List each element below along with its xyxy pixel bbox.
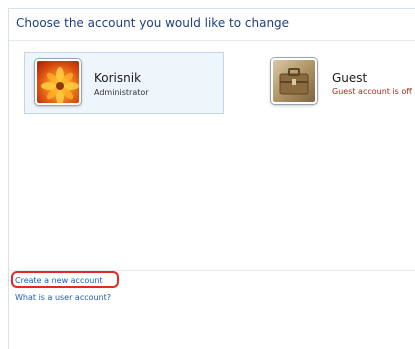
header-divider — [9, 40, 415, 41]
account-name: Korisnik — [94, 71, 142, 85]
account-tile-korisnik[interactable]: Korisnik Administrator — [24, 52, 224, 114]
briefcase-avatar-icon — [271, 58, 317, 104]
account-name: Guest — [332, 71, 368, 85]
page-title: Choose the account you would like to cha… — [16, 16, 290, 30]
manage-accounts-panel: Choose the account you would like to cha… — [8, 8, 415, 349]
account-tile-guest[interactable]: Guest Guest account is off — [263, 52, 415, 114]
create-account-link[interactable]: Create a new account — [15, 276, 103, 285]
flower-avatar-icon — [35, 59, 81, 105]
account-status: Guest account is off — [332, 87, 412, 96]
account-role: Administrator — [94, 88, 149, 97]
what-is-user-account-link[interactable]: What is a user account? — [15, 293, 111, 302]
